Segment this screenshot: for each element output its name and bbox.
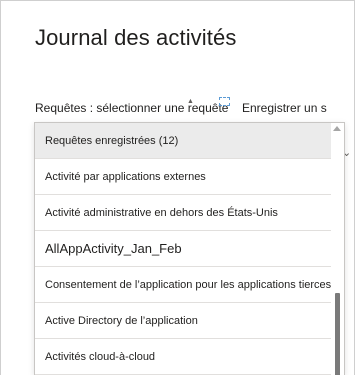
scroll-thumb[interactable]	[335, 293, 340, 375]
dropdown-list: Requêtes enregistrées (12) Activité par …	[35, 123, 333, 375]
caret-up-icon: ▲	[187, 98, 194, 105]
dropdown-item-external-apps[interactable]: Activité par applications externes	[35, 159, 333, 195]
scroll-up-icon[interactable]	[333, 126, 341, 131]
dropdown-item-app-consent[interactable]: Consentement de l’application pour les a…	[35, 267, 333, 303]
save-query-button[interactable]: Enregistrer un s	[242, 101, 355, 115]
dropdown-item-saved-queries[interactable]: Requêtes enregistrées (12)	[35, 123, 333, 159]
query-label-text: Requêtes : sélectionner une requête	[35, 101, 229, 115]
dropdown-item-admin-outside-us[interactable]: Activité administrative en dehors des Ét…	[35, 195, 333, 231]
dropdown-item-active-directory[interactable]: Active Directory de l’application	[35, 303, 333, 339]
query-selector-label: Requêtes : sélectionner une requête ▲	[35, 97, 230, 115]
dropdown-scrollbar[interactable]	[331, 123, 344, 375]
page-title: Journal des activités	[35, 25, 237, 50]
dropdown-item-cloud-to-cloud[interactable]: Activités cloud-à-cloud	[35, 339, 333, 375]
focus-box-icon	[219, 97, 230, 106]
saved-queries-dropdown[interactable]: Requêtes enregistrées (12) Activité par …	[34, 122, 345, 375]
dropdown-item-allappactivity[interactable]: AllAppActivity_Jan_Feb	[35, 231, 333, 267]
